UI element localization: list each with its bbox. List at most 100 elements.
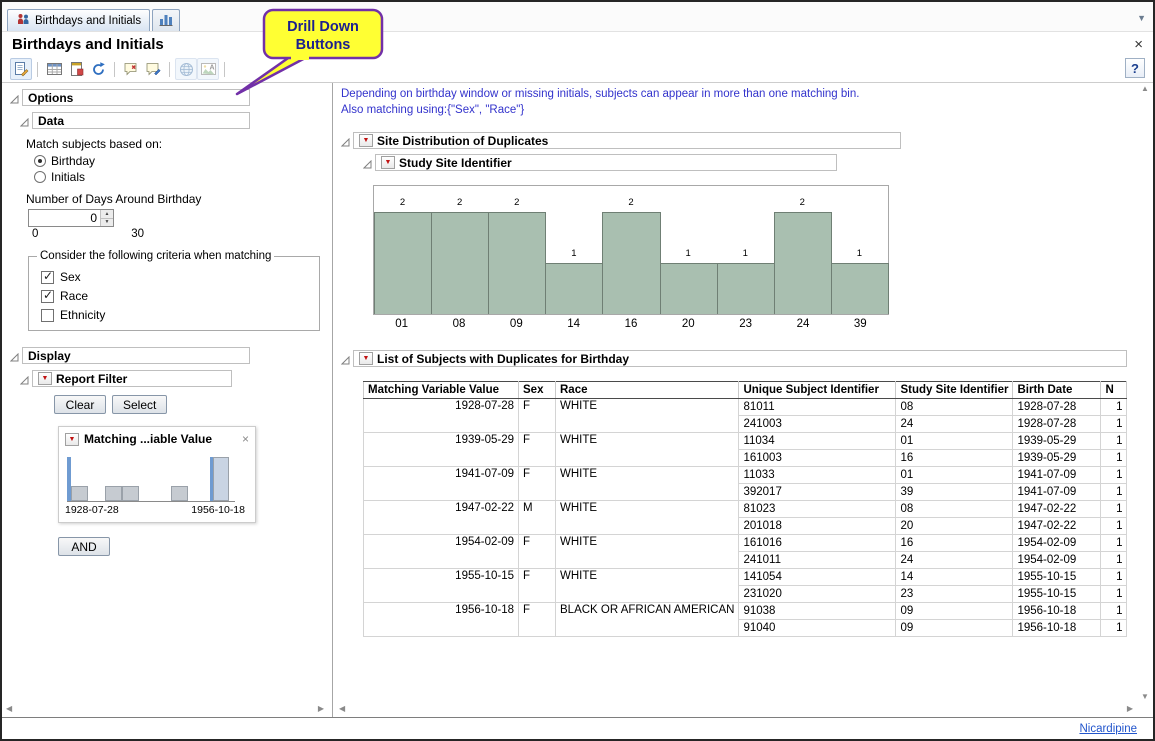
- spin-up-icon[interactable]: [101, 210, 113, 218]
- journal-icon[interactable]: [65, 58, 87, 80]
- histogram-bar-slot[interactable]: 1: [660, 186, 717, 314]
- data-table-icon[interactable]: [43, 58, 65, 80]
- study-link[interactable]: Nicardipine: [1079, 723, 1137, 735]
- tabstrip-menu-icon[interactable]: [1137, 10, 1146, 24]
- checkbox-sex[interactable]: Sex: [41, 270, 311, 284]
- table-row[interactable]: 1939-05-29FWHITE11034011939-05-291: [364, 433, 1127, 450]
- disclosure-icon[interactable]: [341, 354, 350, 363]
- column-header[interactable]: Unique Subject Identifier: [739, 382, 896, 399]
- table-cell: 1: [1101, 501, 1127, 518]
- table-row[interactable]: 1956-10-18FBLACK OR AFRICAN AMERICAN9103…: [364, 603, 1127, 620]
- report-vscrollbar[interactable]: [1139, 85, 1151, 701]
- histogram-bar[interactable]: [431, 212, 489, 314]
- filter-histogram-bar[interactable]: [71, 486, 88, 501]
- histogram-bar[interactable]: [602, 212, 660, 314]
- checkbox-checked-icon[interactable]: [41, 290, 54, 303]
- histogram-bar-slot[interactable]: 2: [488, 186, 545, 314]
- table-cell: 09: [896, 603, 1013, 620]
- scroll-down-icon[interactable]: [1141, 693, 1149, 701]
- checkbox-race[interactable]: Race: [41, 289, 311, 303]
- range-min-label: 0: [32, 228, 38, 240]
- table-row[interactable]: 1955-10-15FWHITE141054141955-10-151: [364, 569, 1127, 586]
- red-triangle-menu-icon[interactable]: [359, 352, 373, 365]
- histogram-bar-slot[interactable]: 2: [774, 186, 831, 314]
- table-row[interactable]: 1954-02-09FWHITE161016161954-02-091: [364, 535, 1127, 552]
- radio-selected-icon[interactable]: [34, 155, 46, 167]
- filter-buttons: Clear Select: [54, 395, 332, 414]
- disclosure-icon[interactable]: [341, 136, 350, 145]
- filter-histogram-bar[interactable]: [105, 486, 122, 501]
- scroll-right-icon[interactable]: [1127, 705, 1133, 713]
- histogram-bar[interactable]: [374, 212, 432, 314]
- disclosure-icon[interactable]: [363, 158, 372, 167]
- edit-report-icon[interactable]: [10, 58, 32, 80]
- disclosure-icon[interactable]: [10, 351, 19, 360]
- red-triangle-menu-icon[interactable]: [359, 134, 373, 147]
- histogram-bar-slot[interactable]: 2: [431, 186, 488, 314]
- filter-histogram[interactable]: [67, 456, 235, 502]
- column-header[interactable]: N: [1101, 382, 1127, 399]
- note-edit-icon[interactable]: [142, 58, 164, 80]
- tab-birthdays-and-initials[interactable]: Birthdays and Initials: [7, 9, 150, 31]
- radio-birthday[interactable]: Birthday: [34, 154, 332, 168]
- note-delete-icon[interactable]: [120, 58, 142, 80]
- spin-down-icon[interactable]: [101, 218, 113, 227]
- duplicates-list-outline: List of Subjects with Duplicates for Bir…: [341, 350, 1127, 367]
- disclosure-icon[interactable]: [10, 93, 19, 102]
- scroll-right-icon[interactable]: [318, 705, 324, 713]
- select-button[interactable]: Select: [112, 395, 167, 414]
- relaunch-icon[interactable]: [87, 58, 109, 80]
- red-triangle-menu-icon[interactable]: [38, 372, 52, 385]
- filter-histogram-bar[interactable]: [210, 457, 213, 501]
- histogram-bar-slot[interactable]: 1: [717, 186, 774, 314]
- and-button[interactable]: AND: [58, 537, 110, 556]
- red-triangle-menu-icon[interactable]: [65, 433, 79, 446]
- histogram-bar-slot[interactable]: 2: [602, 186, 659, 314]
- histogram-bar[interactable]: [660, 263, 718, 314]
- close-icon[interactable]: ×: [1134, 37, 1143, 52]
- filter-close-icon[interactable]: ×: [242, 432, 249, 446]
- histogram-bar[interactable]: [831, 263, 889, 314]
- table-cell: 1939-05-29: [1013, 450, 1101, 467]
- disclosure-icon[interactable]: [20, 374, 29, 383]
- red-triangle-menu-icon[interactable]: [381, 156, 395, 169]
- histogram-bar[interactable]: [717, 263, 775, 314]
- checkbox-unchecked-icon[interactable]: [41, 309, 54, 322]
- histogram-bar[interactable]: [488, 212, 546, 314]
- checkbox-ethnicity[interactable]: Ethnicity: [41, 308, 311, 322]
- options-hscrollbar[interactable]: [6, 703, 324, 715]
- column-header[interactable]: Matching Variable Value: [364, 382, 519, 399]
- filter-histogram-bar[interactable]: [213, 457, 229, 501]
- histogram-bar-slot[interactable]: 2: [374, 186, 431, 314]
- radio-unselected-icon[interactable]: [34, 171, 46, 183]
- tab-chart-launcher[interactable]: [152, 9, 180, 31]
- column-header[interactable]: Sex: [519, 382, 556, 399]
- disclosure-icon[interactable]: [20, 116, 29, 125]
- histogram-bar[interactable]: [545, 263, 603, 314]
- days-spinner[interactable]: 0: [28, 209, 114, 227]
- title-bar: Birthdays and Initials ×: [2, 32, 1153, 56]
- histogram-bar-slot[interactable]: 1: [545, 186, 602, 314]
- table-cell: 141054: [739, 569, 896, 586]
- days-value[interactable]: 0: [29, 210, 100, 226]
- filter-histogram-bar[interactable]: [122, 486, 139, 501]
- column-header[interactable]: Birth Date: [1013, 382, 1101, 399]
- filter-histogram-bar[interactable]: [171, 486, 188, 501]
- image-report-icon: A: [197, 58, 219, 80]
- scroll-left-icon[interactable]: [339, 705, 345, 713]
- report-hscrollbar[interactable]: [339, 703, 1133, 715]
- histogram-bar-slot[interactable]: 1: [831, 186, 888, 314]
- table-row[interactable]: 1941-07-09FWHITE11033011941-07-091: [364, 467, 1127, 484]
- column-header[interactable]: Study Site Identifier: [896, 382, 1013, 399]
- histogram-bar[interactable]: [774, 212, 832, 314]
- checkbox-checked-icon[interactable]: [41, 271, 54, 284]
- help-button[interactable]: ?: [1125, 58, 1145, 78]
- table-row[interactable]: 1947-02-22MWHITE81023081947-02-221: [364, 501, 1127, 518]
- scroll-up-icon[interactable]: [1141, 85, 1149, 93]
- column-header[interactable]: Race: [556, 382, 739, 399]
- scroll-left-icon[interactable]: [6, 705, 12, 713]
- clear-button[interactable]: Clear: [54, 395, 106, 414]
- table-cell: 01: [896, 467, 1013, 484]
- radio-initials[interactable]: Initials: [34, 170, 332, 184]
- table-row[interactable]: 1928-07-28FWHITE81011081928-07-281: [364, 399, 1127, 416]
